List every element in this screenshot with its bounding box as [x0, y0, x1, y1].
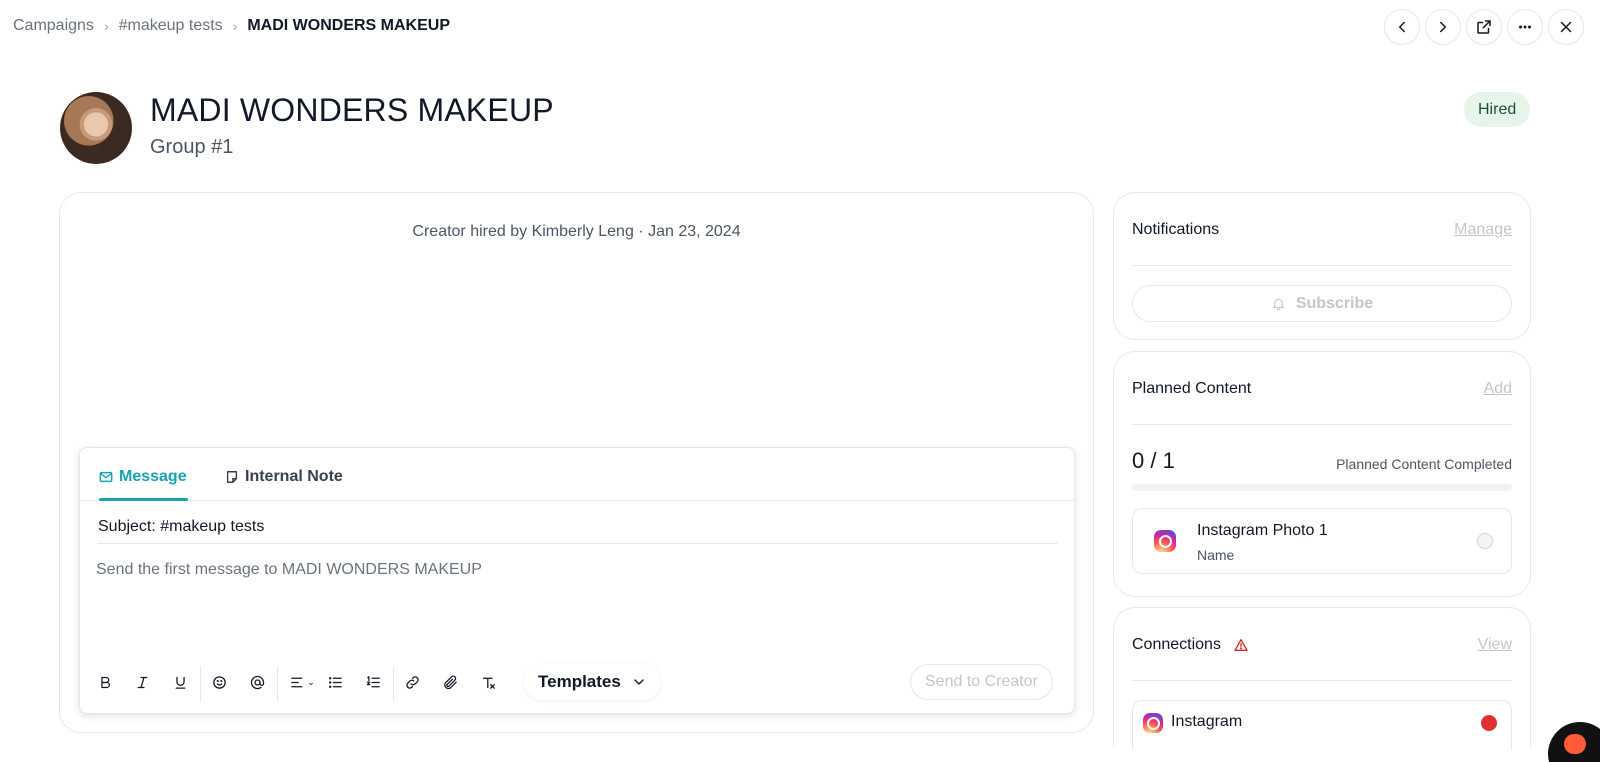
list-item[interactable]: Instagram: [1132, 700, 1512, 750]
toolbar-divider: [277, 666, 278, 702]
clear-formatting-button[interactable]: [476, 670, 500, 694]
page-title: MADI WONDERS MAKEUP: [150, 92, 554, 128]
connections-card: Connections View Instagram: [1113, 607, 1531, 750]
mail-icon: [99, 471, 113, 483]
chevron-right-icon: [1440, 21, 1446, 33]
planned-content-title: Planned Content: [1132, 380, 1252, 397]
tab-internal-note[interactable]: Internal Note: [225, 468, 343, 486]
numbered-list-icon: [366, 675, 380, 687]
add-link[interactable]: Add: [1484, 380, 1512, 398]
tab-internal-note-label: Internal Note: [245, 468, 343, 485]
toolbar-divider: [393, 666, 394, 702]
planned-content-completed-label: Planned Content Completed: [1336, 456, 1512, 472]
bold-icon: [100, 676, 110, 688]
bold-button[interactable]: [93, 670, 117, 694]
italic-button[interactable]: [130, 670, 154, 694]
more-options-button[interactable]: [1507, 9, 1543, 45]
send-to-creator-button[interactable]: Send to Creator: [910, 664, 1053, 700]
align-dropdown-button[interactable]: ⌄: [286, 670, 318, 694]
instagram-icon: [1143, 713, 1163, 733]
message-composer: Message Internal Note Subject: #makeup t…: [79, 447, 1075, 714]
instagram-icon: [1154, 530, 1176, 552]
active-tab-indicator: [99, 498, 188, 501]
breadcrumb-separator-icon: ›: [103, 18, 109, 34]
subscribe-label: Subscribe: [1295, 294, 1374, 312]
subscribe-button[interactable]: Subscribe: [1132, 285, 1512, 322]
bell-icon: [1272, 298, 1284, 311]
chat-icon: [1564, 734, 1586, 754]
note-icon: [226, 471, 238, 483]
open-external-button[interactable]: [1466, 9, 1502, 45]
breadcrumb: Campaigns › #makeup tests › MADI WONDERS…: [13, 17, 450, 35]
divider: [1132, 265, 1512, 266]
link-button[interactable]: [400, 670, 424, 694]
clear-format-icon: [482, 677, 495, 689]
chevron-down-icon: [634, 679, 644, 685]
connection-label: Instagram: [1171, 713, 1243, 730]
external-link-icon: [1477, 20, 1491, 34]
completion-checkbox[interactable]: [1477, 533, 1493, 549]
avatar: [60, 92, 132, 164]
formatting-toolbar: ⌄ Templates Send to Creator: [80, 662, 1074, 702]
toolbar-divider: [200, 666, 201, 702]
content-item-subtitle: Name: [1197, 547, 1235, 563]
view-link[interactable]: View: [1478, 636, 1512, 654]
subject-line[interactable]: Subject: #makeup tests: [98, 518, 1058, 544]
activity-text: Creator hired by Kimberly Leng: [412, 223, 634, 240]
close-icon: [1560, 21, 1572, 33]
breadcrumb-item-makeup-tests[interactable]: #makeup tests: [119, 17, 223, 35]
divider: [1132, 680, 1512, 681]
breadcrumb-item-campaigns[interactable]: Campaigns: [13, 17, 94, 35]
link-icon: [405, 675, 419, 689]
conversation-panel: Creator hired by Kimberly Leng · Jan 23,…: [59, 192, 1094, 733]
activity-log-entry: Creator hired by Kimberly Leng · Jan 23,…: [60, 223, 1093, 241]
more-icon: [1519, 25, 1531, 29]
close-button[interactable]: [1548, 9, 1584, 45]
connections-header: Connections: [1132, 636, 1249, 654]
group-subtitle: Group #1: [150, 136, 234, 158]
notifications-title: Notifications: [1132, 221, 1220, 238]
planned-content-card: Planned Content Add 0 / 1 Planned Conten…: [1113, 351, 1531, 597]
templates-dropdown[interactable]: Templates: [524, 664, 661, 700]
attach-button[interactable]: [438, 670, 462, 694]
chevron-down-icon: ⌄: [307, 676, 315, 687]
tab-message-label: Message: [119, 468, 187, 485]
chevron-left-icon: [1399, 21, 1405, 33]
chat-launcher-button[interactable]: [1548, 722, 1600, 762]
emoji-icon: [212, 675, 226, 689]
connections-title: Connections: [1132, 636, 1221, 653]
underline-icon: [175, 676, 185, 689]
activity-date: · Jan 23, 2024: [638, 223, 741, 240]
numbered-list-button[interactable]: [361, 670, 385, 694]
mention-button[interactable]: [245, 670, 269, 694]
align-left-icon: [291, 677, 303, 687]
underline-button[interactable]: [168, 670, 192, 694]
previous-button[interactable]: [1384, 9, 1420, 45]
paperclip-icon: [443, 675, 457, 689]
at-sign-icon: [250, 675, 264, 689]
templates-label: Templates: [538, 672, 621, 691]
content-item-title: Instagram Photo 1: [1197, 522, 1328, 539]
notifications-card: Notifications Manage Subscribe: [1113, 192, 1531, 340]
tab-message[interactable]: Message: [99, 468, 187, 486]
italic-icon: [137, 676, 147, 688]
planned-content-progress: [1132, 484, 1512, 491]
message-input[interactable]: [96, 561, 1056, 579]
planned-content-count: 0 / 1: [1132, 448, 1175, 473]
topbar-actions: [1384, 9, 1584, 45]
bullet-list-icon: [328, 676, 342, 688]
status-badge[interactable]: Hired: [1464, 92, 1531, 127]
composer-tabs: Message Internal Note: [80, 448, 1074, 501]
breadcrumb-separator-icon: ›: [232, 18, 238, 34]
breadcrumb-current: MADI WONDERS MAKEUP: [247, 17, 451, 34]
connection-status-dot: [1481, 715, 1497, 731]
manage-link[interactable]: Manage: [1454, 221, 1512, 239]
warning-icon: [1233, 637, 1249, 653]
divider: [1132, 424, 1512, 425]
top-bar: Campaigns › #makeup tests › MADI WONDERS…: [0, 0, 1600, 56]
emoji-button[interactable]: [207, 670, 231, 694]
next-button[interactable]: [1425, 9, 1461, 45]
list-item[interactable]: Instagram Photo 1 Name: [1132, 508, 1512, 574]
bullet-list-button[interactable]: [323, 670, 347, 694]
